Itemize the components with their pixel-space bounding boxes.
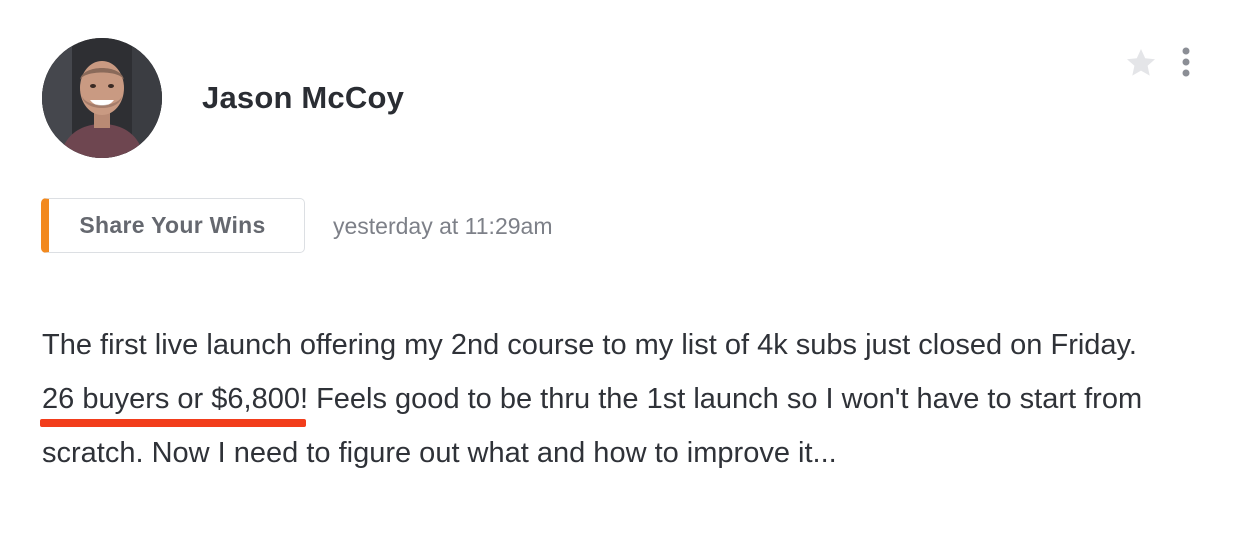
highlight-text: 26 buyers or $6,800 (42, 383, 300, 415)
timestamp[interactable]: yesterday at 11:29am (333, 211, 552, 241)
author-name[interactable]: Jason McCoy (202, 78, 404, 118)
highlighted-text: 26 buyers or $6,800 (40, 372, 306, 427)
avatar-image (42, 38, 162, 158)
more-vertical-icon[interactable] (1176, 46, 1196, 78)
avatar[interactable] (42, 38, 162, 158)
post-body-text-before: The first live launch offering my 2nd co… (42, 329, 1137, 361)
star-icon[interactable] (1124, 46, 1158, 80)
category-label: Share Your Wins (79, 212, 266, 238)
post-card: Jason McCoy Share Your Wins yesterday at… (0, 0, 1236, 554)
post-body: The first live launch offering my 2nd co… (40, 318, 1202, 480)
red-underline (40, 419, 306, 427)
category-tag[interactable]: Share Your Wins (41, 198, 305, 253)
